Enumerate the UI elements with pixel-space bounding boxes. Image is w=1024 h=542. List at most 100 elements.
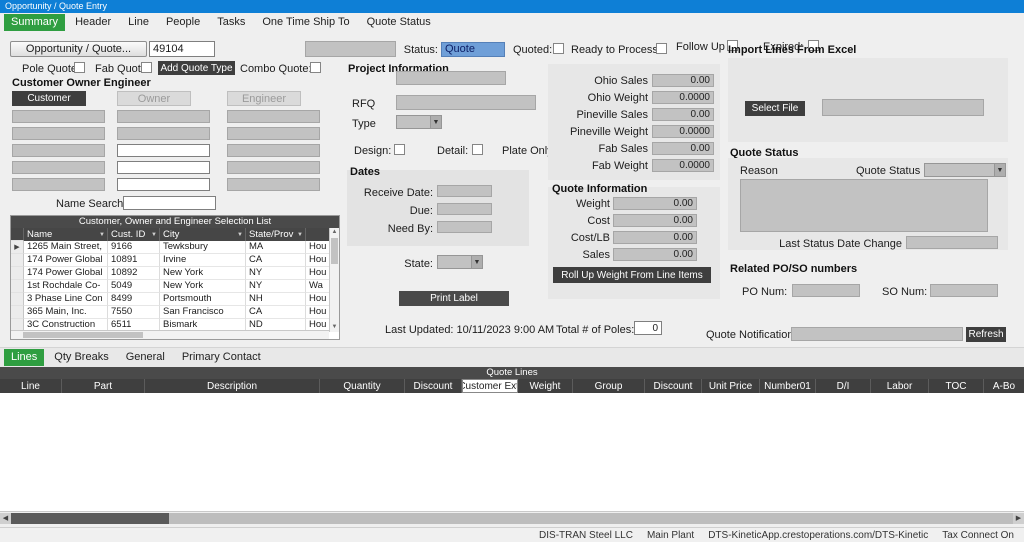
rollup-weight-button[interactable]: Roll Up Weight From Line Items	[553, 267, 711, 283]
tab-header[interactable]: Header	[68, 14, 118, 31]
ql-col-unit-price[interactable]: Unit Price	[702, 379, 760, 393]
customer-owner-engineer-title: Customer Owner Engineer	[12, 77, 151, 89]
main-hscroll-thumb[interactable]	[11, 513, 169, 524]
scroll-up-icon[interactable]: ▲	[330, 228, 339, 237]
opportunity-number-input[interactable]: 49104	[149, 41, 215, 57]
bottom-tab-qty-breaks[interactable]: Qty Breaks	[47, 349, 115, 366]
quote-lines-body[interactable]	[0, 393, 1024, 512]
ql-col-line[interactable]: Line	[0, 379, 62, 393]
tab-people[interactable]: People	[159, 14, 207, 31]
filter-icon[interactable]: ▼	[297, 232, 303, 238]
ql-col-quantity[interactable]: Quantity	[320, 379, 405, 393]
bottom-tab-primary-contact[interactable]: Primary Contact	[175, 349, 268, 366]
col-header-name[interactable]: Name ▼	[24, 228, 108, 241]
state-dropdown[interactable]: ▼	[437, 255, 483, 269]
col-header-cust-id[interactable]: Cust. ID ▼	[108, 228, 160, 241]
status-label: Status:	[403, 44, 438, 56]
owner-button[interactable]: Owner	[117, 91, 191, 106]
scroll-left-icon[interactable]: ◀	[0, 513, 11, 524]
col-header-partial[interactable]	[306, 228, 329, 241]
refresh-button[interactable]: Refresh	[966, 327, 1006, 342]
tab-one-time-ship-to[interactable]: One Time Ship To	[255, 14, 356, 31]
quote-status-dropdown[interactable]: ▼	[924, 163, 1006, 177]
type-dropdown[interactable]: ▼	[396, 115, 442, 129]
main-hscrollbar[interactable]: ◀ ▶	[0, 513, 1024, 524]
ql-col-a-bo[interactable]: A-Bo	[984, 379, 1024, 393]
filter-icon[interactable]: ▼	[151, 232, 157, 238]
tab-quote-status[interactable]: Quote Status	[360, 14, 438, 31]
detail-checkbox[interactable]	[472, 144, 483, 155]
name-search-input[interactable]	[123, 196, 216, 210]
status-value-field[interactable]: Quote	[441, 42, 505, 57]
combo-quote-label: Combo Quote:	[240, 63, 312, 75]
status-bar: DIS-TRAN Steel LLC Main Plant DTS-Kineti…	[0, 527, 1024, 542]
cell-cust-id: 10891	[108, 254, 160, 267]
ql-col-customer-ext[interactable]: Customer Ext.	[462, 379, 518, 393]
tab-tasks[interactable]: Tasks	[210, 14, 252, 31]
filter-icon[interactable]: ▼	[237, 232, 243, 238]
selection-list-vscrollbar[interactable]: ▲ ▼	[329, 228, 339, 332]
ql-col-di[interactable]: D/I	[816, 379, 871, 393]
type-label: Type	[352, 118, 376, 130]
due-field	[437, 203, 492, 215]
customer-button[interactable]: Customer	[12, 91, 86, 106]
ql-col-description[interactable]: Description	[145, 379, 320, 393]
table-row[interactable]: 3 Phase Line Con 8499 Portsmouth NH Hou	[11, 293, 329, 306]
ready-to-process-checkbox[interactable]	[656, 43, 667, 54]
ql-col-part[interactable]: Part	[62, 379, 145, 393]
ql-col-weight[interactable]: Weight	[518, 379, 573, 393]
row-selector[interactable]	[11, 306, 24, 319]
col-header-city[interactable]: City ▼	[160, 228, 246, 241]
owner-field-3[interactable]	[117, 144, 210, 157]
ql-col-toc[interactable]: TOC	[929, 379, 984, 393]
opportunity-quote-button[interactable]: Opportunity / Quote...	[10, 41, 147, 57]
combo-quote-checkbox[interactable]	[310, 62, 321, 73]
fab-quote-checkbox[interactable]	[141, 62, 152, 73]
pole-quote-label: Pole Quote:	[22, 63, 81, 75]
ql-col-number01[interactable]: Number01	[760, 379, 816, 393]
owner-field-5[interactable]	[117, 178, 210, 191]
scroll-right-icon[interactable]: ▶	[1013, 513, 1024, 524]
table-row[interactable]: 1st Rochdale Co- 5049 New York NY Wa	[11, 280, 329, 293]
ql-col-group[interactable]: Group	[573, 379, 645, 393]
vscroll-thumb[interactable]	[331, 238, 338, 264]
row-selector[interactable]	[11, 254, 24, 267]
bottom-tab-general[interactable]: General	[119, 349, 172, 366]
table-row[interactable]: ▶ 1265 Main Street, 9166 Tewksbury MA Ho…	[11, 241, 329, 254]
quoted-checkbox[interactable]	[553, 43, 564, 54]
cell-state: NH	[246, 293, 306, 306]
row-selector[interactable]: ▶	[11, 241, 24, 254]
ready-to-process-label: Ready to Process:	[571, 44, 661, 56]
receive-date-field	[437, 185, 492, 197]
row-selector[interactable]	[11, 267, 24, 280]
cell-partial: Hou	[306, 254, 329, 267]
hscroll-thumb[interactable]	[23, 332, 143, 338]
cell-state: CA	[246, 306, 306, 319]
tab-summary[interactable]: Summary	[4, 14, 66, 31]
engineer-button[interactable]: Engineer	[227, 91, 301, 106]
selection-list-hscrollbar[interactable]	[11, 330, 329, 339]
row-selector[interactable]	[11, 280, 24, 293]
add-quote-type-button[interactable]: Add Quote Type	[158, 61, 235, 75]
ql-col-discount1[interactable]: Discount	[405, 379, 462, 393]
bottom-tab-lines[interactable]: Lines	[4, 349, 45, 366]
table-row[interactable]: 174 Power Global 10891 Irvine CA Hou	[11, 254, 329, 267]
filter-icon[interactable]: ▼	[99, 232, 105, 238]
pole-quote-checkbox[interactable]	[74, 62, 85, 73]
col-header-state-prov[interactable]: State/Prov ▼	[246, 228, 306, 241]
row-selector[interactable]	[11, 293, 24, 306]
table-row[interactable]: 174 Power Global 10892 New York NY Hou	[11, 267, 329, 280]
ql-col-discount2[interactable]: Discount	[645, 379, 702, 393]
tab-line[interactable]: Line	[121, 14, 156, 31]
table-row[interactable]: 365 Main, Inc. 7550 San Francisco CA Hou	[11, 306, 329, 319]
ql-col-labor[interactable]: Labor	[871, 379, 929, 393]
scroll-down-icon[interactable]: ▼	[330, 323, 339, 332]
design-checkbox[interactable]	[394, 144, 405, 155]
cell-cust-id: 10892	[108, 267, 160, 280]
print-label-button[interactable]: Print Label	[399, 291, 509, 306]
total-poles-label: Total # of Poles:	[556, 324, 635, 336]
select-file-button[interactable]: Select File	[745, 101, 805, 116]
total-poles-field[interactable]: 0	[634, 321, 662, 335]
weight-label: Weight	[575, 198, 610, 210]
owner-field-4[interactable]	[117, 161, 210, 174]
